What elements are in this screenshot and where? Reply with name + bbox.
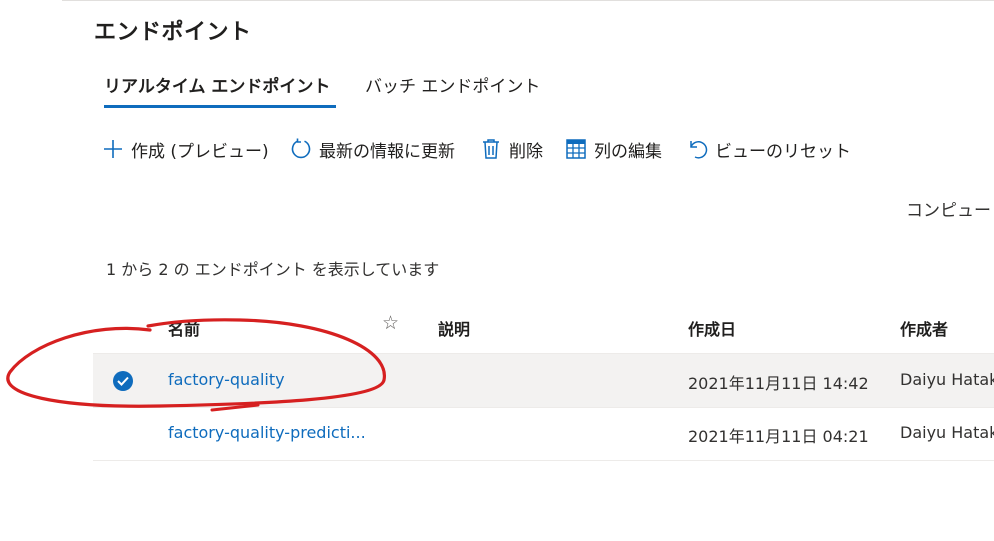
reset-view-label: ビューのリセット xyxy=(715,141,851,162)
created-by-cell: Daiyu Hatake xyxy=(900,370,994,389)
active-tab-indicator xyxy=(104,105,336,108)
compute-tab-label[interactable]: コンピュー xyxy=(906,196,991,221)
red-annotation-circle xyxy=(6,318,386,412)
top-divider xyxy=(62,0,994,1)
refresh-button[interactable]: 最新の情報に更新 xyxy=(290,136,455,162)
created-by-cell: Daiyu Hatake xyxy=(900,423,994,442)
endpoint-count-text: 1 から 2 の エンドポイント を表示しています xyxy=(106,260,440,279)
delete-button[interactable]: 削除 xyxy=(480,136,543,162)
created-on-cell: 2021年11月11日 04:21 xyxy=(688,427,869,446)
create-preview-button[interactable]: 作成 (プレビュー) xyxy=(102,136,269,162)
endpoints-page: エンドポイント リアルタイム エンドポイント バッチ エンドポイント 作成 (プ… xyxy=(0,0,994,541)
tab-batch-endpoints[interactable]: バッチ エンドポイント xyxy=(365,72,540,97)
undo-icon xyxy=(686,137,708,161)
table-columns-icon xyxy=(565,137,587,161)
page-title: エンドポイント xyxy=(94,20,252,45)
plus-icon xyxy=(102,137,124,161)
trash-icon xyxy=(480,137,502,161)
column-header-created-by[interactable]: 作成者 xyxy=(900,316,948,340)
edit-columns-button[interactable]: 列の編集 xyxy=(565,136,662,162)
created-on-cell: 2021年11月11日 14:42 xyxy=(688,374,869,393)
column-header-description[interactable]: 説明 xyxy=(438,316,470,340)
create-preview-label: 作成 (プレビュー) xyxy=(131,141,269,162)
refresh-label: 最新の情報に更新 xyxy=(319,141,455,162)
edit-columns-label: 列の編集 xyxy=(594,141,662,162)
refresh-icon xyxy=(290,137,312,161)
column-header-created-on[interactable]: 作成日 xyxy=(688,316,736,340)
reset-view-button[interactable]: ビューのリセット xyxy=(686,136,851,162)
delete-label: 削除 xyxy=(509,141,543,162)
tab-realtime-endpoints[interactable]: リアルタイム エンドポイント xyxy=(104,72,330,97)
endpoint-name-link[interactable]: factory-quality-predicti... xyxy=(168,423,366,442)
